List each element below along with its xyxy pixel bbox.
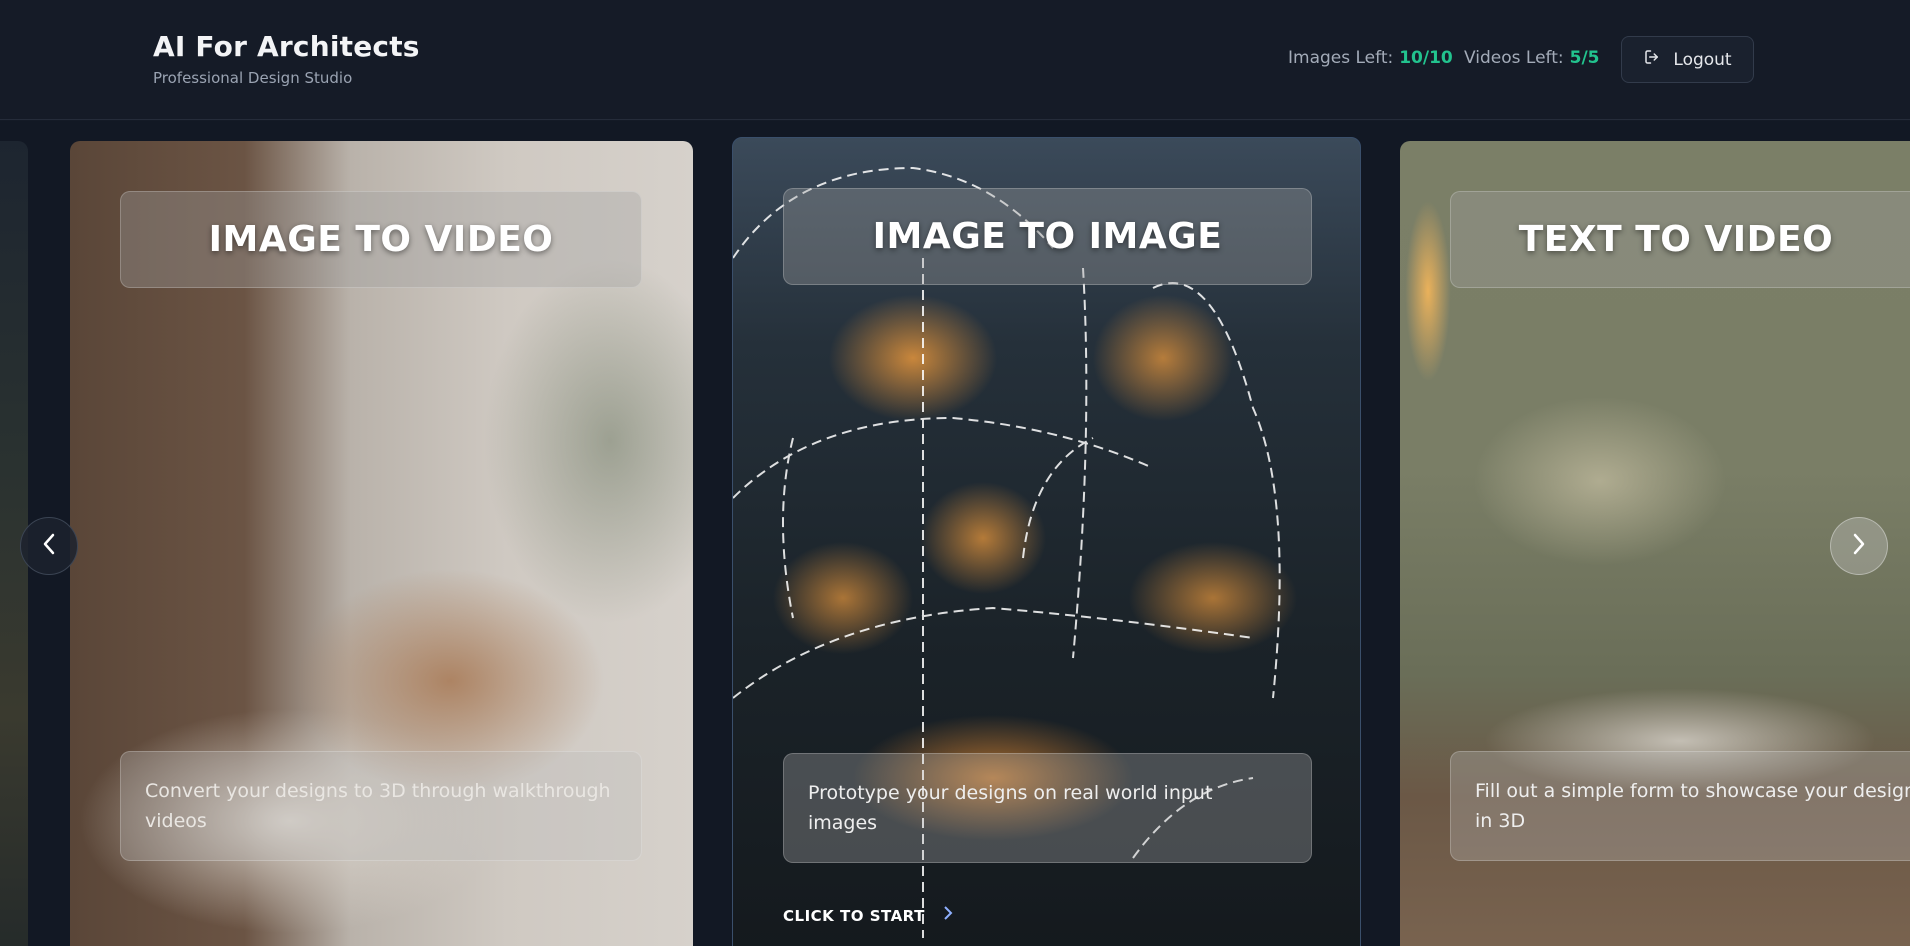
app-subtitle: Professional Design Studio [153,69,353,87]
videos-left-value: 5/5 [1569,48,1600,68]
card-title: IMAGE TO IMAGE [783,188,1312,285]
logout-button[interactable]: Logout [1621,36,1754,83]
videos-left-counter: Videos Left: 5/5 [1464,48,1599,68]
brand: AI For Architects Professional Design St… [153,30,420,87]
images-left-value: 10/10 [1399,48,1453,68]
chevron-left-icon [42,533,56,559]
feature-carousel: IMAGE TO VIDEO Convert your designs to 3… [0,121,1910,946]
app-title: AI For Architects [153,30,420,63]
videos-left-label: Videos Left: [1464,48,1564,68]
click-to-start-link[interactable]: CLICK TO START [783,905,953,926]
images-left-counter: Images Left: 10/10 [1288,48,1453,68]
app-header: AI For Architects Professional Design St… [0,0,1910,120]
card-description: Fill out a simple form to showcase your … [1450,751,1910,861]
images-left-label: Images Left: [1288,48,1394,68]
card-image-to-image[interactable]: IMAGE TO IMAGE Prototype your designs on… [732,137,1361,946]
carousel-prev-button[interactable] [20,517,78,575]
logout-label: Logout [1673,49,1732,70]
card-description: Convert your designs to 3D through walkt… [120,751,642,861]
card-description: Prototype your designs on real world inp… [783,753,1312,863]
card-title-text: TEXT TO VIDEO [1518,219,1834,260]
chevron-right-icon [943,905,953,926]
card-title: IMAGE TO VIDEO [120,191,642,288]
chevron-right-icon [1852,533,1866,559]
card-title: TEXT TO VIDEO [1450,191,1910,288]
carousel-next-button[interactable] [1830,517,1888,575]
logout-icon [1643,48,1661,71]
cta-label: CLICK TO START [783,906,925,925]
card-image-to-video[interactable]: IMAGE TO VIDEO Convert your designs to 3… [70,141,693,946]
